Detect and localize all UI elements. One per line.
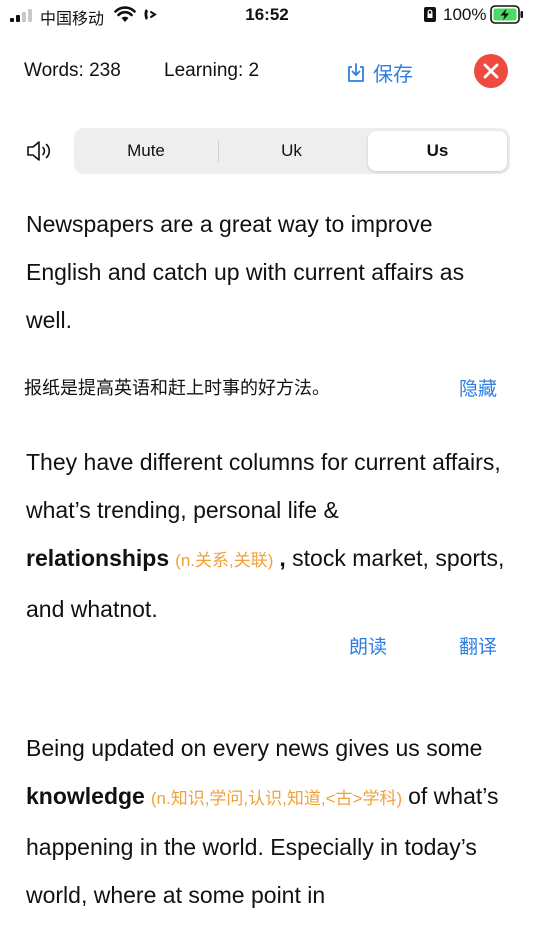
vocab-word-relationships[interactable]: relationships xyxy=(26,545,169,571)
voice-option-uk[interactable]: Uk xyxy=(219,128,364,174)
paragraph-2: They have different columns for current … xyxy=(26,449,505,622)
translate-button[interactable]: 翻译 xyxy=(459,632,497,659)
paragraph-2-text-start: They have different columns for current … xyxy=(26,449,501,523)
save-button[interactable]: 保存 xyxy=(346,58,413,87)
voice-segmented-control: Mute Uk Us xyxy=(74,128,510,174)
voice-option-mute[interactable]: Mute xyxy=(74,128,218,174)
save-label: 保存 xyxy=(373,64,413,86)
status-bar: 中国移动 16:52 100% xyxy=(0,0,534,30)
voice-selector-row: Mute Uk Us xyxy=(0,128,534,174)
battery-percent: 100% xyxy=(443,5,487,24)
paragraph-1-text: Newspapers are a great way to improve En… xyxy=(26,211,465,333)
header-bar: Words: 238 Learning: 2 保存 xyxy=(0,50,534,94)
paragraph-3: Being updated on every news gives us som… xyxy=(26,724,512,919)
orientation-lock-icon xyxy=(424,7,436,22)
vocab-gloss-knowledge: (n.知识,学问,认识,知道,<古>学科) xyxy=(150,789,403,808)
hide-translation-button[interactable]: 隐藏 xyxy=(459,374,497,401)
battery-charging-icon xyxy=(490,5,523,24)
speaker-icon[interactable] xyxy=(26,139,54,163)
paragraph-1: Newspapers are a great way to improve En… xyxy=(26,200,512,344)
learning-count: Learning: 2 xyxy=(164,60,260,81)
voice-option-us[interactable]: Us xyxy=(368,131,507,171)
vocab-gloss-relationships: (n.关系,关联) xyxy=(175,551,274,570)
paragraph-3-text-start: Being updated on every news gives us som… xyxy=(26,735,483,761)
close-button[interactable] xyxy=(474,54,508,88)
paragraph-1-translation: 报纸是提高英语和赶上时事的好方法。 xyxy=(24,378,330,398)
words-count: Words: 238 xyxy=(24,60,121,81)
read-aloud-button[interactable]: 朗读 xyxy=(349,632,387,659)
download-icon xyxy=(348,62,364,82)
vocab-word-knowledge[interactable]: knowledge xyxy=(26,783,145,809)
close-icon xyxy=(483,63,499,79)
